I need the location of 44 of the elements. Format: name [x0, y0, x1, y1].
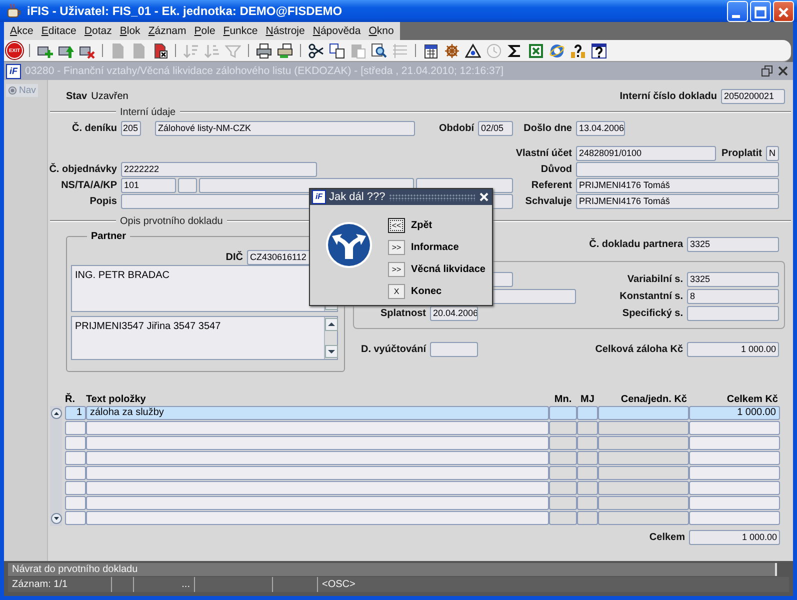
logo-icon: iF [312, 190, 326, 204]
field-label: NS/TA/A/KP [61, 180, 117, 191]
field-label: DIČ [226, 252, 243, 263]
column-header: Text položky [86, 394, 146, 405]
option-label: Věcná likvidace [411, 264, 486, 275]
field-label: Splatnost [380, 308, 426, 319]
field-label: Vlastní účet [516, 148, 572, 159]
section-title: Interní údaje [119, 106, 177, 118]
field-label: Popis [90, 196, 117, 207]
group-title: Partner [90, 231, 128, 242]
column-header: Cena/jedn. Kč [620, 394, 687, 405]
field-label: Č. deníku [72, 123, 117, 134]
status-text: Uzavřen [91, 90, 128, 102]
field-label: Specifický s. [622, 308, 683, 319]
status-message: Návrat do prvotního dokladu [12, 564, 138, 575]
field-label: Schvaluje [525, 196, 572, 207]
field-label: Došlo dne [524, 123, 572, 134]
option-label: Konec [411, 286, 442, 297]
field-label: Důvod [540, 164, 572, 175]
mode-indicator: <OSC> [322, 579, 356, 590]
field-label: Období [439, 123, 474, 134]
option-label: Zpět [411, 220, 432, 231]
column-header: Mn. [554, 394, 572, 405]
field-label: Č. objednávky [49, 164, 117, 175]
field-label: Celková záloha Kč [595, 344, 683, 355]
field-label: Stav [66, 90, 88, 102]
field-label: Celkem [649, 532, 685, 543]
field-label: Referent [531, 180, 572, 191]
field-label: Č. dokladu partnera [589, 239, 683, 250]
option-label: Informace [411, 242, 459, 253]
record-count: Záznam: 1/1 [12, 579, 68, 590]
field-label: Proplatit [721, 148, 762, 159]
column-header: Celkem Kč [726, 394, 778, 405]
column-header: Ř. [65, 394, 75, 405]
field-label: Interní číslo dokladu [620, 90, 717, 102]
field-label: Konstantní s. [620, 291, 683, 302]
field-label: D. vyúčtování [360, 344, 426, 355]
dialog-title: Jak dál ??? [329, 191, 386, 203]
logo-icon: iF [6, 64, 21, 78]
window-title: iFIS - Uživatel: FIS_01 - Ek. jednotka: DEMO@FISDEMO [27, 4, 342, 18]
field-label: Variabilní s. [627, 274, 683, 285]
status-text: ... [182, 579, 190, 590]
section-title: Opis prvotního dokladu [119, 216, 224, 226]
column-header: MJ [580, 394, 594, 405]
